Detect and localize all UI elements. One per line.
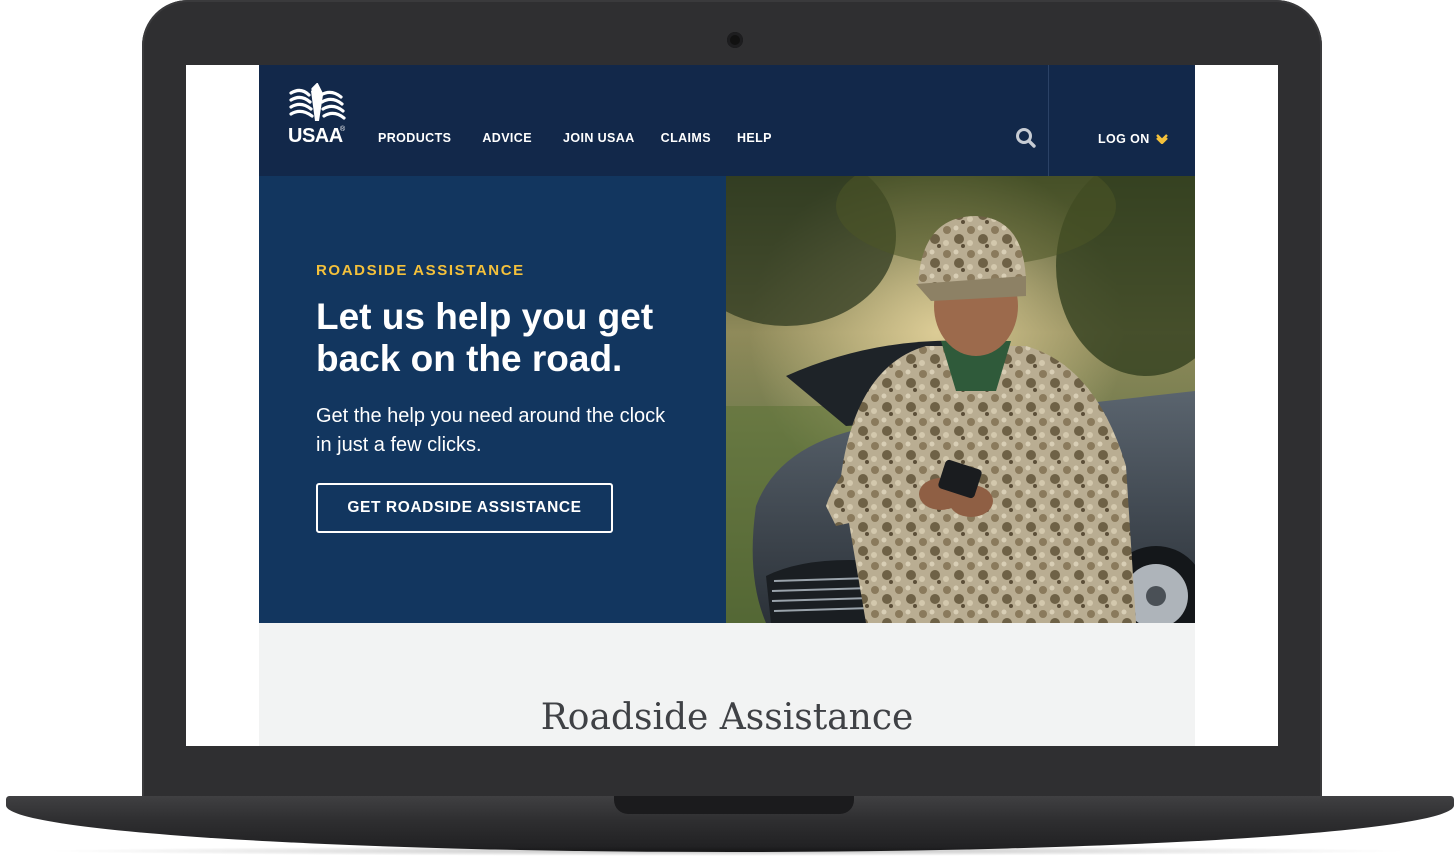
header-divider [1048, 65, 1049, 176]
hero-subcopy: Get the help you need around the clock i… [316, 405, 666, 456]
chevron-down-icon [1155, 134, 1168, 144]
section-title: Roadside Assistance [540, 697, 914, 738]
hero-panel: ROADSIDE ASSISTANCE Let us help you get … [259, 176, 726, 623]
log-on-button[interactable]: LOG ON [1098, 132, 1168, 146]
get-roadside-assistance-button[interactable]: GET ROADSIDE ASSISTANCE [316, 483, 613, 533]
search-icon[interactable] [1015, 127, 1037, 149]
web-page: USAA ® PRODUCTS ADVICE JOIN USAA CLAIMS … [259, 65, 1195, 746]
hero-headline: Let us help you get back on the road. [316, 296, 654, 379]
nav-join-usaa[interactable]: JOIN USAA [563, 131, 635, 145]
webcam-icon [727, 32, 743, 48]
soldier-with-phone-photo [726, 176, 1195, 623]
primary-nav: PRODUCTS ADVICE JOIN USAA CLAIMS HELP [378, 131, 772, 145]
nav-help[interactable]: HELP [737, 131, 772, 145]
nav-products[interactable]: PRODUCTS [378, 131, 451, 145]
hero-photo [726, 176, 1195, 623]
registered-mark: ® [340, 126, 346, 133]
hero-eyebrow: ROADSIDE ASSISTANCE [316, 262, 525, 279]
laptop-shadow [40, 846, 1414, 856]
brand-wordmark: USAA [288, 125, 343, 147]
site-header: USAA ® PRODUCTS ADVICE JOIN USAA CLAIMS … [259, 65, 1195, 176]
laptop-screen: USAA ® PRODUCTS ADVICE JOIN USAA CLAIMS … [186, 65, 1278, 746]
log-on-label: LOG ON [1098, 132, 1150, 146]
laptop-hinge-notch [614, 796, 854, 814]
nav-claims[interactable]: CLAIMS [661, 131, 711, 145]
nav-advice[interactable]: ADVICE [482, 131, 532, 145]
